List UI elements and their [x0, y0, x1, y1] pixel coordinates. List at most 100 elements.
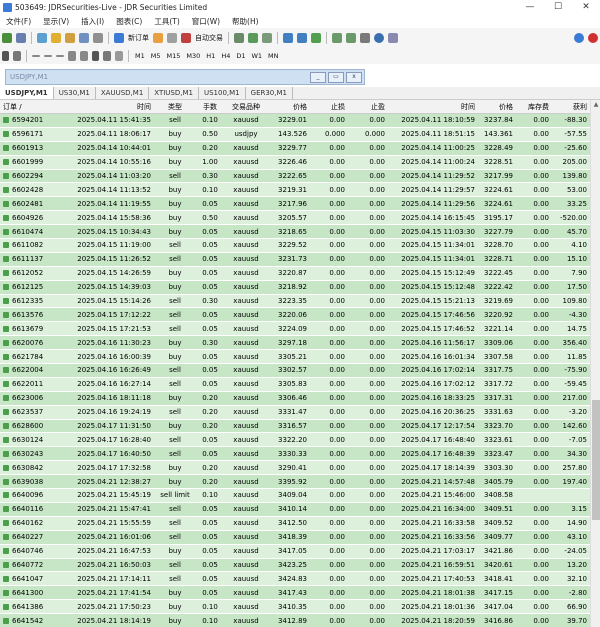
zoom-out-icon[interactable] — [297, 33, 307, 43]
table-row[interactable]: 6612052 2025.04.15 14:26:59 buy 0.05 xauusd 3… — [0, 266, 590, 281]
table-row[interactable]: 6612125 2025.04.15 14:39:03 buy 0.05 xauusd 3… — [0, 280, 590, 295]
trendline-icon[interactable] — [56, 55, 64, 57]
scrollbar-thumb[interactable] — [592, 400, 600, 520]
table-row[interactable]: 6623537 2025.04.16 19:24:19 sell 0.20 xauusd… — [0, 405, 590, 420]
candlestick-icon[interactable] — [248, 33, 258, 43]
timeframe-m15[interactable]: M15 — [167, 52, 181, 60]
metaeditor-icon[interactable] — [153, 33, 163, 43]
table-scrollbar[interactable]: ▲ — [590, 100, 600, 627]
col-close-price[interactable]: 价格 — [478, 100, 516, 114]
notifications-icon[interactable] — [588, 33, 598, 43]
tab-xauusd[interactable]: XAUUSD,M1 — [96, 87, 150, 99]
col-open-price[interactable]: 价格 — [268, 100, 310, 114]
new-chart-icon[interactable] — [2, 33, 12, 43]
timeframe-h4[interactable]: H4 — [221, 52, 230, 60]
text-icon[interactable] — [92, 51, 99, 61]
table-row[interactable]: 6613679 2025.04.15 17:21:53 sell 0.05 xauusd… — [0, 321, 590, 337]
search-icon[interactable] — [574, 33, 584, 43]
vertical-line-icon[interactable] — [32, 55, 40, 57]
minimize-icon[interactable]: — — [516, 0, 544, 15]
tab-usdjpy[interactable]: USDJPY,M1 — [0, 87, 54, 99]
cursor-icon[interactable] — [2, 51, 9, 61]
new-order-icon[interactable] — [114, 33, 124, 43]
menu-insert[interactable]: 插入(I) — [81, 16, 104, 27]
table-row[interactable]: 6613576 2025.04.15 17:12:22 sell 0.05 xauusd… — [0, 307, 590, 323]
table-row[interactable]: 6641300 2025.04.21 17:41:54 buy 0.05 xauusd 3… — [0, 585, 590, 601]
table-row[interactable]: 6602428 2025.04.14 11:13:52 buy 0.10 xauusd 3… — [0, 182, 590, 198]
fibonacci-icon[interactable] — [80, 51, 88, 61]
timeframe-h1[interactable]: H1 — [206, 52, 215, 60]
table-row[interactable]: 6640227 2025.04.21 16:01:06 sell 0.05 xauusd… — [0, 530, 590, 545]
table-row[interactable]: 6640772 2025.04.21 16:50:03 sell 0.05 xauusd… — [0, 558, 590, 573]
menu-tools[interactable]: 工具(T) — [154, 16, 179, 27]
table-row[interactable]: 6604926 2025.04.14 15:58:36 buy 0.50 xauusd 3… — [0, 210, 590, 226]
timeframe-m5[interactable]: M5 — [151, 52, 161, 60]
table-row[interactable]: 6630243 2025.04.17 16:40:50 sell 0.05 xauusd… — [0, 446, 590, 462]
tab-ger30[interactable]: GER30,M1 — [246, 87, 293, 99]
table-row[interactable]: 6602481 2025.04.14 11:19:55 buy 0.05 xauusd 3… — [0, 196, 590, 212]
auto-trading-icon[interactable] — [181, 33, 191, 43]
tile-windows-icon[interactable] — [311, 33, 321, 43]
col-open-time[interactable]: 时间 — [62, 100, 154, 114]
menu-view[interactable]: 显示(V) — [43, 16, 69, 27]
bar-chart-icon[interactable] — [234, 33, 244, 43]
timeframe-w1[interactable]: W1 — [251, 52, 262, 60]
maximize-icon[interactable]: ☐ — [544, 0, 572, 15]
timeframe-mn[interactable]: MN — [268, 52, 278, 60]
table-row[interactable]: 6640162 2025.04.21 15:55:59 sell 0.05 xauusd… — [0, 516, 590, 531]
indicators-icon[interactable] — [360, 33, 370, 43]
strategy-tester-icon[interactable] — [93, 33, 103, 43]
col-symbol[interactable]: 交易品种 — [224, 100, 268, 114]
restore-icon[interactable]: ▭ — [328, 71, 344, 83]
table-row[interactable]: 6641542 2025.04.21 18:14:19 buy 0.10 xauusd 3… — [0, 613, 590, 627]
tab-xtiusd[interactable]: XTIUSD,M1 — [149, 87, 199, 99]
menu-file[interactable]: 文件(F) — [6, 16, 31, 27]
col-lots[interactable]: 手数 — [196, 100, 224, 114]
channel-icon[interactable] — [68, 51, 76, 61]
menu-help[interactable]: 帮助(H) — [232, 16, 259, 27]
timeframe-m30[interactable]: M30 — [186, 52, 200, 60]
table-row[interactable]: 6641047 2025.04.21 17:14:11 sell 0.05 xauusd… — [0, 571, 590, 587]
line-chart-icon[interactable] — [262, 33, 272, 43]
table-row[interactable]: 6611082 2025.04.15 11:19:00 sell 0.05 xauusd… — [0, 238, 590, 253]
table-row[interactable]: 6630124 2025.04.17 16:28:40 sell 0.05 xauusd… — [0, 432, 590, 448]
table-row[interactable]: 6639038 2025.04.21 12:38:27 buy 0.20 xauusd 3… — [0, 474, 590, 490]
autoscroll-icon[interactable] — [332, 33, 342, 43]
table-row[interactable]: 6622011 2025.04.16 16:27:14 sell 0.05 xauusd… — [0, 377, 590, 392]
market-watch-icon[interactable] — [37, 33, 47, 43]
table-row[interactable]: 6628600 2025.04.17 11:31:50 buy 0.20 xauusd 3… — [0, 419, 590, 434]
table-row[interactable]: 6602294 2025.04.14 11:03:20 sell 0.30 xauusd… — [0, 169, 590, 184]
col-order[interactable]: 订单 / — [0, 100, 62, 114]
auto-trading-button[interactable]: 自动交易 — [195, 33, 223, 43]
tab-us30[interactable]: US30,M1 — [54, 87, 96, 99]
table-row[interactable]: 6610474 2025.04.15 10:34:43 buy 0.05 xauusd 3… — [0, 224, 590, 240]
data-window-icon[interactable] — [51, 33, 61, 43]
table-row[interactable]: 6640746 2025.04.21 16:47:53 buy 0.05 xauusd 3… — [0, 544, 590, 559]
col-take-profit[interactable]: 止盈 — [348, 100, 388, 114]
table-row[interactable]: 6641386 2025.04.21 17:50:23 buy 0.10 xauusd 3… — [0, 599, 590, 615]
profiles-icon[interactable] — [16, 33, 26, 43]
table-row[interactable]: 6601999 2025.04.14 10:55:16 buy 1.00 xauusd 3… — [0, 155, 590, 170]
close-icon[interactable]: ✕ — [572, 0, 600, 15]
chart-window[interactable]: USDJPY,M1 _ ▭ x — [5, 69, 365, 85]
table-row[interactable]: 6601913 2025.04.14 10:44:01 buy 0.20 xauusd 3… — [0, 141, 590, 156]
templates-icon[interactable] — [388, 33, 398, 43]
col-type[interactable]: 类型 — [154, 100, 196, 114]
tab-us100[interactable]: US100,M1 — [199, 87, 246, 99]
table-row[interactable]: 6596171 2025.04.11 18:06:17 buy 0.50 usdjpy 1… — [0, 127, 590, 142]
col-close-time[interactable]: 时间 — [388, 100, 478, 114]
minimize-icon[interactable]: _ — [310, 71, 326, 83]
table-row[interactable]: 6612335 2025.04.15 15:14:26 sell 0.30 xauusd… — [0, 294, 590, 309]
new-order-button[interactable]: 新订单 — [128, 33, 149, 43]
table-row[interactable]: 6640096 2025.04.21 15:45:19 sell limit 0.10… — [0, 488, 590, 503]
periods-icon[interactable] — [374, 33, 384, 43]
table-row[interactable]: 6623006 2025.04.16 18:11:18 buy 0.20 xauusd 3… — [0, 391, 590, 406]
menu-window[interactable]: 窗口(W) — [192, 16, 220, 27]
table-row[interactable]: 6622004 2025.04.16 16:26:49 sell 0.05 xauusd… — [0, 363, 590, 378]
scroll-up-icon[interactable]: ▲ — [592, 101, 600, 109]
horizontal-line-icon[interactable] — [44, 55, 52, 57]
label-icon[interactable] — [103, 51, 111, 61]
crosshair-icon[interactable] — [13, 51, 21, 61]
terminal-icon[interactable] — [79, 33, 89, 43]
options-icon[interactable] — [167, 33, 177, 43]
